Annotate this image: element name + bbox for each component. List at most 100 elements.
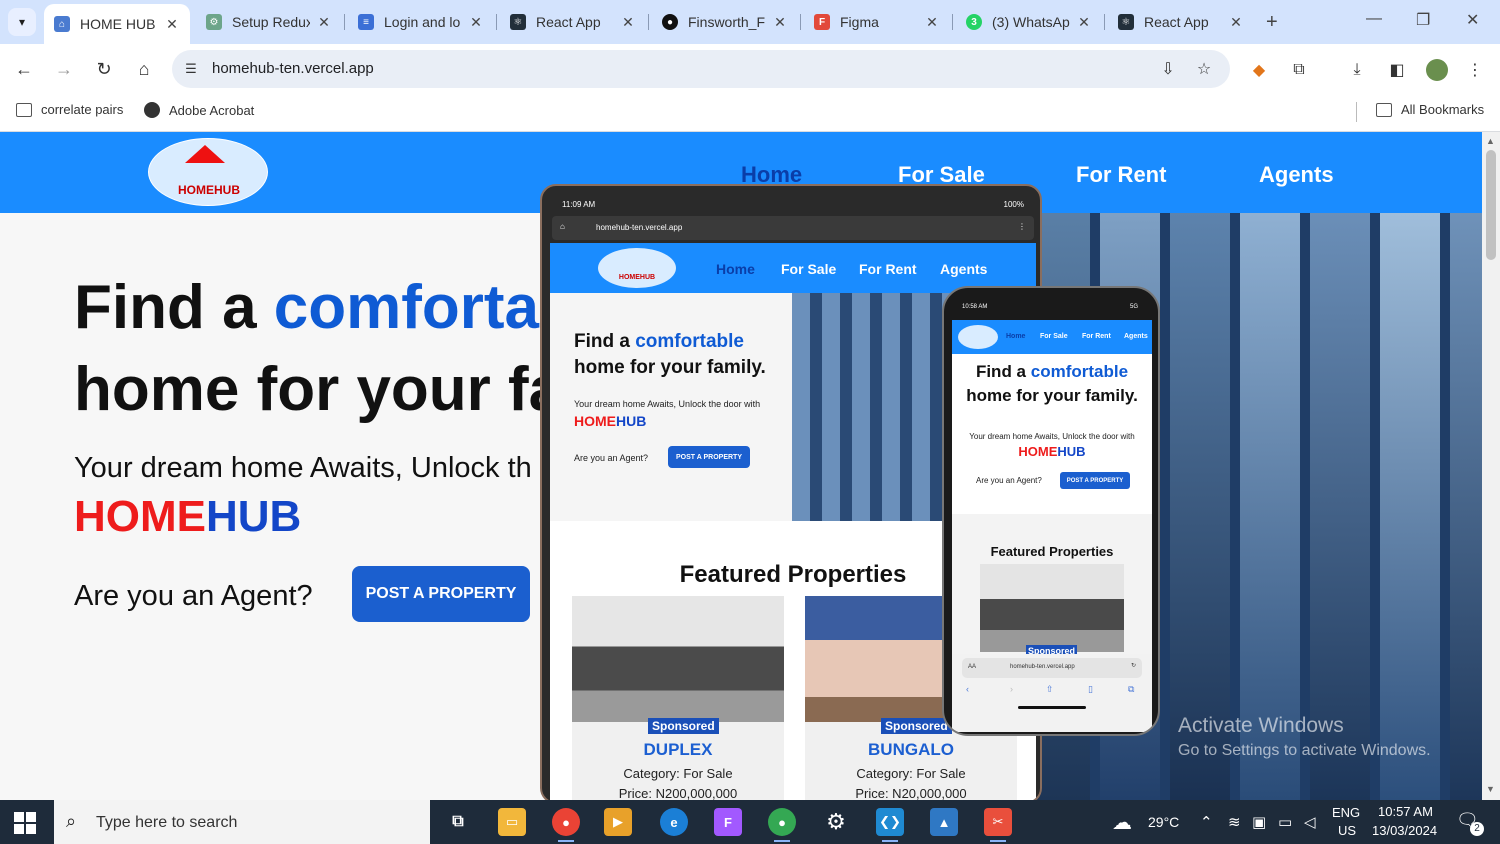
tablet-battery: 100% xyxy=(1003,200,1024,209)
browser-tab[interactable]: ≡ Login and lo ✕ xyxy=(348,6,494,38)
browser-tab-active[interactable]: ⌂ HOME HUB ✕ xyxy=(44,4,190,44)
scroll-down-icon[interactable]: ▼ xyxy=(1486,784,1495,794)
home-icon[interactable]: ⌂ xyxy=(132,57,156,81)
duplex-photo xyxy=(572,596,784,722)
close-icon[interactable]: ✕ xyxy=(620,14,636,31)
media-player-icon[interactable]: ▶ xyxy=(604,808,632,836)
forward-arrow-icon[interactable]: → xyxy=(52,57,76,81)
bookmark-star-icon[interactable]: ☆ xyxy=(1194,59,1214,79)
browser-tab[interactable]: ⚛ React App ✕ xyxy=(500,6,646,38)
url-text[interactable]: homehub-ten.vercel.app xyxy=(212,60,374,77)
volume-icon[interactable]: ◁ xyxy=(1304,813,1316,831)
tablet-post-button: POST A PROPERTY xyxy=(668,446,750,468)
tab-title: HOME HUB xyxy=(80,16,156,32)
browser-tab[interactable]: ⚙ Setup Redux ✕ xyxy=(196,6,342,38)
scroll-thumb[interactable] xyxy=(1486,150,1496,260)
phone-nav-home: Home xyxy=(1006,333,1026,340)
phone-mockup: 10:58 AM 5G Home For Sale For Rent Agent… xyxy=(942,286,1160,736)
phone-url-text: homehub-ten.vercel.app xyxy=(1010,664,1075,670)
sponsored-badge: Sponsored xyxy=(648,718,719,734)
scroll-up-icon[interactable]: ▲ xyxy=(1486,136,1495,146)
chrome-profile-icon[interactable]: ● xyxy=(768,808,796,842)
close-icon[interactable]: ✕ xyxy=(164,16,180,33)
close-icon[interactable]: ✕ xyxy=(924,14,940,31)
restore-icon[interactable]: ❐ xyxy=(1416,10,1430,30)
page-scrollbar[interactable]: ▲ ▼ xyxy=(1482,132,1500,800)
nav-for-rent[interactable]: For Rent xyxy=(1076,162,1166,188)
hero-heading-line1: Find a comfortab xyxy=(74,273,577,342)
downloads-icon[interactable]: ⤓ xyxy=(1346,59,1368,81)
more-menu-icon[interactable]: ⋮ xyxy=(1464,59,1486,81)
extensions-puzzle-icon[interactable]: ⧉ xyxy=(1288,59,1310,81)
home-indicator xyxy=(1018,706,1086,709)
metamask-extension-icon[interactable]: ◆ xyxy=(1248,59,1270,81)
battery-icon[interactable]: ▭ xyxy=(1278,813,1292,831)
browser-tab[interactable]: ⚛ React App ✕ xyxy=(1108,6,1254,38)
reload-icon[interactable]: ↻ xyxy=(92,57,116,81)
acrobat-icon xyxy=(144,102,160,118)
phone-time: 10:58 AM xyxy=(962,304,988,310)
site-info-icon[interactable]: ☰ xyxy=(182,60,200,78)
github-favicon-icon: ● xyxy=(662,14,678,30)
region-label[interactable]: US xyxy=(1338,823,1356,838)
minimize-icon[interactable]: — xyxy=(1366,10,1382,28)
tab-search-menu-button[interactable]: ▾ xyxy=(8,8,36,36)
property-category: Category: For Sale xyxy=(856,766,966,781)
chrome-icon[interactable]: ● xyxy=(552,808,580,842)
bookmark-label: correlate pairs xyxy=(41,102,124,117)
meet-now-icon[interactable]: ▣ xyxy=(1252,813,1266,831)
snipping-tool-icon[interactable]: ✂ xyxy=(984,808,1012,842)
language-label[interactable]: ENG xyxy=(1332,805,1360,820)
clock-date[interactable]: 13/03/2024 xyxy=(1372,823,1437,838)
phone-brand: HOMEHUB xyxy=(1018,444,1086,459)
close-icon[interactable]: ✕ xyxy=(316,14,332,31)
post-property-button[interactable]: POST A PROPERTY xyxy=(352,566,530,622)
tablet-agent-question: Are you an Agent? xyxy=(574,453,649,463)
nav-agents[interactable]: Agents xyxy=(1259,162,1334,188)
photos-icon[interactable]: ▲ xyxy=(930,808,958,836)
notification-count-badge: 2 xyxy=(1470,822,1484,836)
browser-tab[interactable]: 3 (3) WhatsAp ✕ xyxy=(956,6,1102,38)
homehub-favicon-icon: ⌂ xyxy=(54,16,70,32)
back-arrow-icon: ‹ xyxy=(966,684,969,694)
all-bookmarks-button[interactable]: All Bookmarks xyxy=(1376,102,1484,117)
back-arrow-icon[interactable]: ← xyxy=(12,57,36,81)
weather-cloud-icon[interactable]: ☁ xyxy=(1112,810,1132,835)
bookmark-folder[interactable]: correlate pairs xyxy=(16,102,123,117)
task-view-icon[interactable]: ⧉ xyxy=(444,808,472,836)
weather-temperature[interactable]: 29°C xyxy=(1148,814,1179,830)
new-tab-button[interactable]: + xyxy=(1266,11,1278,34)
clock-time[interactable]: 10:57 AM xyxy=(1378,804,1433,819)
close-icon[interactable]: ✕ xyxy=(1076,14,1092,31)
profile-avatar[interactable] xyxy=(1426,59,1448,81)
house-roof-icon xyxy=(185,145,225,163)
property-card: Sponsored DUPLEX Category: For Sale Pric… xyxy=(572,596,784,802)
phone-screen: Home For Sale For Rent Agents Find a com… xyxy=(952,320,1152,732)
taskbar-search-box[interactable]: ⌕ Type here to search xyxy=(54,800,430,844)
windows-start-icon[interactable] xyxy=(14,812,36,834)
install-app-icon[interactable]: ⇩ xyxy=(1158,59,1178,79)
wifi-icon[interactable]: ≋ xyxy=(1228,813,1241,831)
file-explorer-icon[interactable]: ▭ xyxy=(498,808,526,836)
address-bar[interactable]: ☰ homehub-ten.vercel.app ⇩ ☆ xyxy=(172,50,1230,88)
settings-gear-icon[interactable]: ⚙ xyxy=(822,808,850,836)
more-menu-icon: ⋮ xyxy=(1018,222,1026,231)
vscode-icon[interactable]: ❮❯ xyxy=(876,808,904,842)
window-close-icon[interactable]: ✕ xyxy=(1466,10,1479,30)
edge-icon[interactable]: e xyxy=(660,808,688,836)
close-icon[interactable]: ✕ xyxy=(468,14,484,31)
bookmark-item[interactable]: Adobe Acrobat xyxy=(144,102,254,118)
close-icon[interactable]: ✕ xyxy=(1228,14,1244,31)
bookmarks-bar: correlate pairs Adobe Acrobat All Bookma… xyxy=(0,94,1500,132)
side-panel-icon[interactable]: ◧ xyxy=(1386,59,1408,81)
browser-tab[interactable]: F Figma ✕ xyxy=(804,6,950,38)
tab-title: React App xyxy=(1144,14,1209,30)
browser-tab[interactable]: ● Finsworth_F ✕ xyxy=(652,6,798,38)
tab-separator xyxy=(344,14,345,30)
chevron-up-icon[interactable]: ⌃ xyxy=(1200,813,1213,831)
figma-icon[interactable]: F xyxy=(714,808,742,836)
close-icon[interactable]: ✕ xyxy=(772,14,788,31)
browser-toolbar: ← → ↻ ⌂ ☰ homehub-ten.vercel.app ⇩ ☆ ◆ ⧉… xyxy=(0,44,1500,94)
homehub-logo[interactable]: HOMEHUB xyxy=(148,138,268,206)
tablet-nav-home: Home xyxy=(716,261,755,277)
